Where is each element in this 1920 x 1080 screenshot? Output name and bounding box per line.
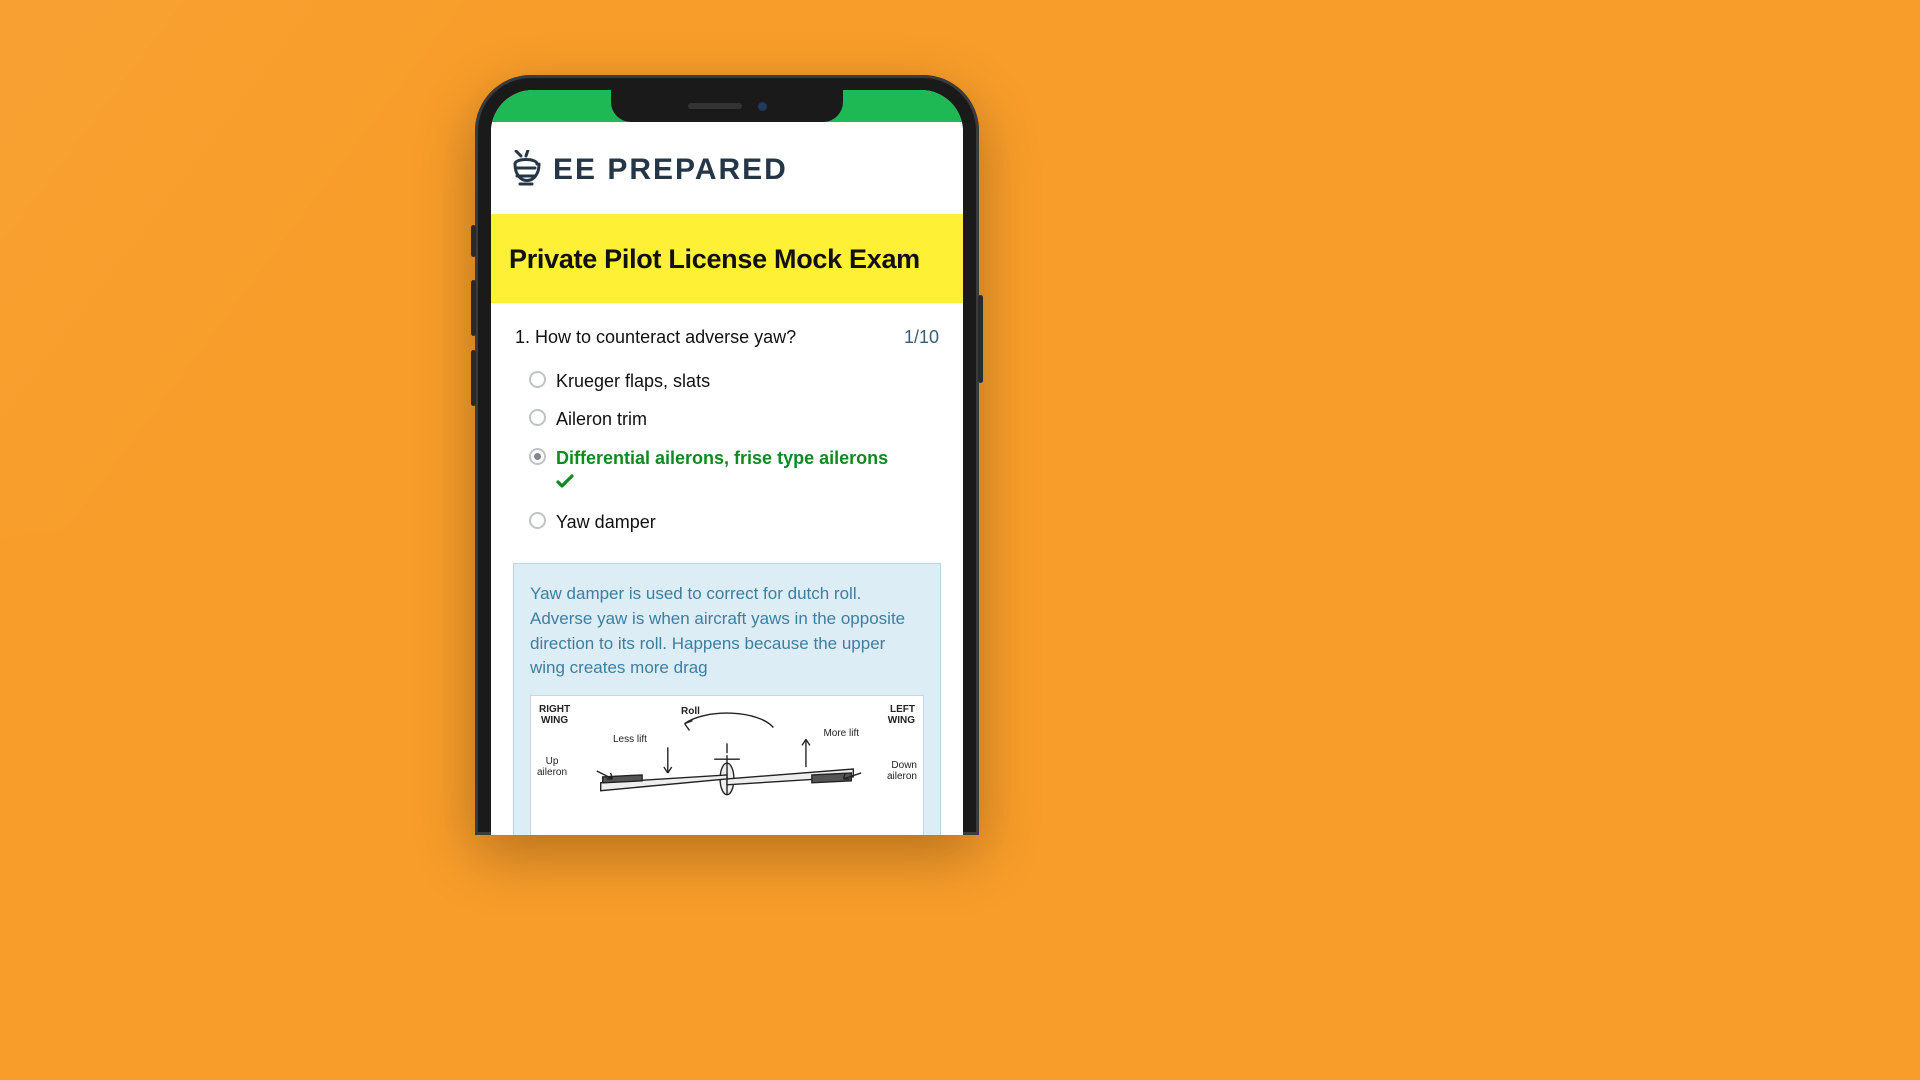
option-label: Differential ailerons, frise type ailero… <box>556 446 888 497</box>
yaw-diagram: RIGHTWING LEFTWING Roll Less lift More l… <box>530 695 924 835</box>
explanation-text: Yaw damper is used to correct for dutch … <box>530 582 924 681</box>
diagram-left-wing-label: LEFTWING <box>888 704 915 726</box>
diagram-more-lift-label: More lift <box>823 728 859 739</box>
volume-down-button <box>471 350 476 406</box>
front-camera <box>758 102 767 111</box>
app-content: EE PREPARED Private Pilot License Mock E… <box>491 122 963 835</box>
option-2[interactable]: Aileron trim <box>529 400 939 438</box>
radio-icon <box>529 512 546 529</box>
radio-icon <box>529 448 546 465</box>
phone-frame: EE PREPARED Private Pilot License Mock E… <box>475 75 979 835</box>
option-label: Krueger flaps, slats <box>556 369 710 393</box>
question-text: 1. How to counteract adverse yaw? <box>515 327 796 348</box>
diagram-right-wing-label: RIGHTWING <box>539 704 570 726</box>
diagram-roll-label: Roll <box>681 706 700 717</box>
exam-title: Private Pilot License Mock Exam <box>509 244 945 275</box>
check-icon <box>556 474 574 490</box>
options-list: Krueger flaps, slats Aileron trim Differ… <box>515 362 939 541</box>
silent-switch <box>471 225 476 257</box>
diagram-less-lift-label: Less lift <box>613 734 647 745</box>
question-progress: 1/10 <box>904 327 939 348</box>
power-button <box>978 295 983 383</box>
diagram-down-aileron-label: Downaileron <box>887 760 917 782</box>
diagram-up-aileron-label: Upaileron <box>537 756 567 778</box>
phone-screen: EE PREPARED Private Pilot License Mock E… <box>491 90 963 835</box>
option-3[interactable]: Differential ailerons, frise type ailero… <box>529 439 939 504</box>
radio-icon <box>529 409 546 426</box>
speaker-grille <box>688 103 742 109</box>
brand-logo: EE PREPARED <box>511 150 943 190</box>
explanation-box: Yaw damper is used to correct for dutch … <box>513 563 941 835</box>
yaw-diagram-svg <box>531 696 923 835</box>
option-label-text: Differential ailerons, frise type ailero… <box>556 448 888 468</box>
radio-icon <box>529 371 546 388</box>
question-number: 1. <box>515 327 535 347</box>
option-4[interactable]: Yaw damper <box>529 503 939 541</box>
question-body: How to counteract adverse yaw? <box>535 327 796 347</box>
option-1[interactable]: Krueger flaps, slats <box>529 362 939 400</box>
option-label: Yaw damper <box>556 510 656 534</box>
phone-notch <box>611 90 843 122</box>
exam-title-band: Private Pilot License Mock Exam <box>491 214 963 303</box>
option-label: Aileron trim <box>556 407 647 431</box>
question-block: 1. How to counteract adverse yaw? 1/10 K… <box>491 303 963 541</box>
bee-icon <box>511 150 545 190</box>
volume-up-button <box>471 280 476 336</box>
brand-header: EE PREPARED <box>491 122 963 214</box>
brand-name: EE PREPARED <box>553 153 788 187</box>
